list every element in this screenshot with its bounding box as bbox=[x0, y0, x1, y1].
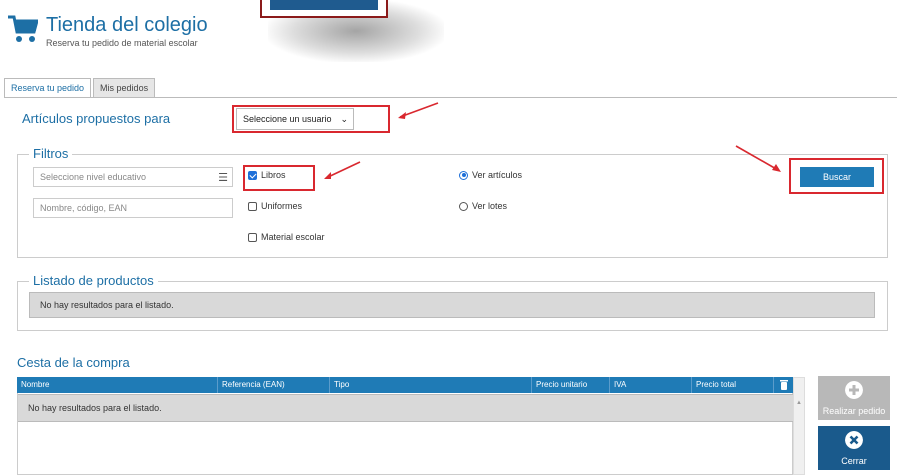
highlight-libros bbox=[243, 165, 315, 191]
plus-circle-icon bbox=[845, 381, 863, 399]
page-title: Tienda del colegio bbox=[46, 14, 208, 36]
column-header: Nombre bbox=[21, 380, 50, 389]
shopping-cart-icon bbox=[8, 15, 38, 42]
education-level-select[interactable]: Seleccione nivel educativo ☰ bbox=[33, 167, 233, 187]
column-header: Referencia (EAN) bbox=[217, 377, 329, 393]
place-order-label: Realizar pedido bbox=[822, 406, 886, 416]
column-delete bbox=[773, 377, 793, 393]
place-order-button[interactable]: Realizar pedido bbox=[818, 376, 890, 420]
annotation-arrow-icon bbox=[324, 161, 361, 179]
page-subtitle: Reserva tu pedido de material escolar bbox=[46, 38, 198, 48]
tab-mis-pedidos[interactable]: Mis pedidos bbox=[93, 78, 156, 98]
column-header: Precio total bbox=[691, 377, 773, 393]
tab-bar: Reserva tu pedido Mis pedidos bbox=[4, 78, 157, 98]
column-header: Precio unitario bbox=[531, 377, 609, 393]
annotation-arrow-icon bbox=[398, 102, 439, 119]
education-level-placeholder: Seleccione nivel educativo bbox=[40, 172, 147, 182]
scroll-up-icon[interactable]: ▲ bbox=[796, 400, 802, 406]
tab-divider bbox=[4, 97, 897, 98]
checkbox-material-label: Material escolar bbox=[261, 232, 325, 242]
radio-checked-icon bbox=[459, 170, 468, 180]
products-empty-message: No hay resultados para el listado. bbox=[29, 292, 875, 318]
filters-legend: Filtros bbox=[29, 146, 73, 161]
cart-scrollbar[interactable]: ▲ bbox=[793, 377, 805, 475]
search-placeholder: Nombre, código, EAN bbox=[40, 203, 128, 213]
products-legend: Listado de productos bbox=[29, 273, 158, 288]
tab-reserva[interactable]: Reserva tu pedido bbox=[4, 78, 92, 98]
radio-ver-articulos[interactable]: Ver artículos bbox=[459, 170, 522, 180]
close-circle-icon bbox=[845, 431, 863, 449]
radio-ver-lotes-label: Ver lotes bbox=[472, 201, 508, 211]
highlight-search-button bbox=[789, 158, 884, 194]
radio-ver-articulos-label: Ver artículos bbox=[472, 170, 523, 180]
annotation-arrow-icon bbox=[735, 145, 781, 172]
search-input[interactable]: Nombre, código, EAN bbox=[33, 198, 233, 218]
list-icon: ☰ bbox=[218, 172, 228, 184]
checkbox-uniformes-label: Uniformes bbox=[261, 201, 303, 211]
column-header: IVA bbox=[609, 377, 691, 393]
proposed-title: Artículos propuestos para bbox=[22, 111, 171, 126]
cart-title: Cesta de la compra bbox=[17, 355, 130, 370]
radio-icon bbox=[459, 201, 468, 211]
checkbox-material[interactable]: Material escolar bbox=[248, 232, 325, 242]
checkbox-icon bbox=[248, 201, 257, 211]
cart-empty-message: No hay resultados para el listado. bbox=[18, 394, 793, 422]
column-header: Tipo bbox=[329, 377, 531, 393]
highlight-user-select bbox=[232, 105, 390, 133]
radio-ver-lotes[interactable]: Ver lotes bbox=[459, 201, 507, 211]
checkbox-icon bbox=[248, 232, 257, 242]
trash-icon bbox=[780, 380, 788, 390]
close-label: Cerrar bbox=[841, 456, 867, 466]
blurred-popup-fragment bbox=[260, 0, 388, 18]
close-button[interactable]: Cerrar bbox=[818, 426, 890, 470]
cart-table-header: Nombre Referencia (EAN) Tipo Precio unit… bbox=[17, 377, 793, 393]
checkbox-uniformes[interactable]: Uniformes bbox=[248, 201, 302, 211]
store-page: Tienda del colegio Reserva tu pedido de … bbox=[0, 0, 897, 475]
